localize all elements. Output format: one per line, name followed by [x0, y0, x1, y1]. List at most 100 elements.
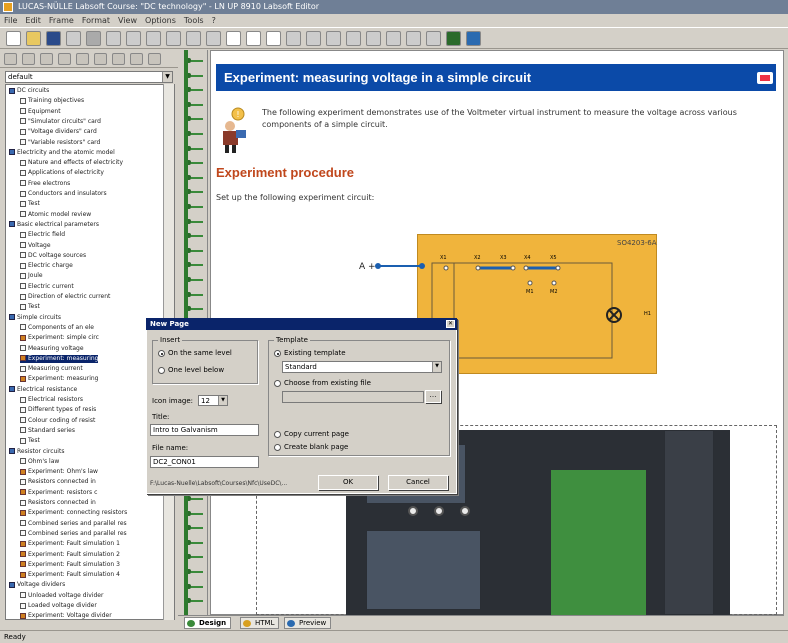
tree-item[interactable]: Electricity and the atomic model — [9, 149, 115, 157]
tree-item[interactable]: DC voltage sources — [20, 252, 86, 260]
numbering-icon[interactable] — [366, 31, 381, 46]
tree-item[interactable]: Loaded voltage divider — [20, 602, 97, 610]
tree-item[interactable]: Experiment: measuring — [20, 375, 98, 383]
tab-preview[interactable]: Preview — [284, 617, 332, 629]
tree-item[interactable]: Test — [20, 303, 40, 311]
bullets-icon[interactable] — [346, 31, 361, 46]
menu-item-edit[interactable]: Edit — [25, 16, 41, 25]
tree-tool-icon[interactable] — [112, 53, 125, 65]
tree-item[interactable]: DC circuits — [9, 87, 49, 95]
sum-icon[interactable] — [186, 31, 201, 46]
undo-icon[interactable] — [146, 31, 161, 46]
new-icon[interactable] — [6, 31, 21, 46]
tree-tool-icon[interactable] — [22, 53, 35, 65]
tree-item[interactable]: Experiment: Fault simulation 1 — [20, 540, 120, 548]
tree-tool-icon[interactable] — [148, 53, 161, 65]
radio-choose-existing[interactable] — [274, 380, 281, 387]
open-icon[interactable] — [26, 31, 41, 46]
cancel-button[interactable]: Cancel — [388, 475, 448, 490]
chevron-down-icon[interactable]: ▼ — [218, 396, 227, 405]
tree-item[interactable]: Direction of electric current — [20, 293, 110, 301]
paste-icon[interactable] — [126, 31, 141, 46]
tree-item[interactable]: Joule — [20, 272, 43, 280]
tree-item[interactable]: Colour coding of resist — [20, 417, 95, 425]
radio-existing-template[interactable] — [274, 350, 281, 357]
tree-item[interactable]: Atomic model review — [20, 211, 91, 219]
icon-image-select[interactable]: 12 ▼ — [198, 395, 228, 406]
title-field[interactable]: Intro to Galvanism — [150, 424, 259, 436]
tree-item[interactable]: Electrical resistors — [20, 396, 83, 404]
tree-item[interactable]: Measuring current — [20, 365, 83, 373]
tree-item[interactable]: Resistors connected in — [20, 478, 96, 486]
redo-icon[interactable] — [166, 31, 181, 46]
radio-one-level[interactable] — [158, 367, 165, 374]
image-icon[interactable] — [426, 31, 441, 46]
close-icon[interactable]: ✕ — [446, 320, 455, 328]
tree-item[interactable]: Basic electrical parameters — [9, 221, 99, 229]
menu-item-view[interactable]: View — [118, 16, 137, 25]
tree-item[interactable]: Electric charge — [20, 262, 73, 270]
tree-item[interactable]: Resistor circuits — [9, 448, 64, 456]
tree-item[interactable]: Experiment: Fault simulation 4 — [20, 571, 120, 579]
ok-button[interactable]: OK — [318, 475, 378, 490]
chevron-down-icon[interactable]: ▼ — [432, 362, 441, 372]
tree-item[interactable]: "Variable resistors" card — [20, 139, 100, 147]
outdent-icon[interactable] — [406, 31, 421, 46]
tab-html[interactable]: HTML — [240, 617, 280, 629]
link-icon[interactable] — [206, 31, 221, 46]
tree-item[interactable]: Training objectives — [20, 97, 84, 105]
tree-item[interactable]: Different types of resis — [20, 406, 96, 414]
tree-item[interactable]: Experiment: Ohm's law — [20, 468, 98, 476]
underline-icon[interactable] — [266, 31, 281, 46]
tree-item[interactable]: Applications of electricity — [20, 169, 104, 177]
tree-item[interactable]: Voltage dividers — [9, 581, 65, 589]
print-icon[interactable] — [66, 31, 81, 46]
menu-item-format[interactable]: Format — [82, 16, 110, 25]
menu-item-file[interactable]: File — [4, 16, 17, 25]
menu-item-[interactable]: ? — [212, 16, 216, 25]
chevron-down-icon[interactable]: ▼ — [162, 72, 172, 82]
tree-item[interactable]: Electric field — [20, 231, 65, 239]
tree-item[interactable]: Experiment: simple circ — [20, 334, 99, 342]
tab-design[interactable]: Design — [184, 617, 232, 629]
browse-button[interactable]: … — [425, 390, 441, 403]
tree-item[interactable]: Experiment: Fault simulation 2 — [20, 551, 120, 559]
tree-item[interactable]: "Simulator circuits" card — [20, 118, 101, 126]
tree-item[interactable]: Experiment: Voltage divider — [20, 612, 112, 619]
menu-item-tools[interactable]: Tools — [184, 16, 204, 25]
tree-item[interactable]: Electric current — [20, 283, 74, 291]
tree-item[interactable]: Components of an ele — [20, 324, 94, 332]
tree-item[interactable]: Measuring voltage — [20, 345, 84, 353]
align-center-icon[interactable] — [306, 31, 321, 46]
align-right-icon[interactable] — [326, 31, 341, 46]
menu-item-options[interactable]: Options — [145, 16, 176, 25]
tree-item[interactable]: Test — [20, 200, 40, 208]
align-left-icon[interactable] — [286, 31, 301, 46]
copy-icon[interactable] — [106, 31, 121, 46]
tree-tool-icon[interactable] — [58, 53, 71, 65]
filename-field[interactable]: DC2_CON01 — [150, 456, 259, 468]
tree-item[interactable]: Free electrons — [20, 180, 70, 188]
tree-tool-icon[interactable] — [130, 53, 143, 65]
tree-item[interactable]: Simple circuits — [9, 314, 61, 322]
tree-tool-icon[interactable] — [40, 53, 53, 65]
tree-tool-icon[interactable] — [4, 53, 17, 65]
tree-item[interactable]: Test — [20, 437, 40, 445]
tree-item[interactable]: Combined series and parallel res — [20, 520, 127, 528]
tree-item[interactable]: Experiment: resistors c — [20, 489, 97, 497]
save-icon[interactable] — [46, 31, 61, 46]
anchor-icon[interactable] — [446, 31, 461, 46]
tree-item[interactable]: Resistors connected in — [20, 499, 96, 507]
tree-item[interactable]: Experiment: connecting resistors — [20, 509, 127, 517]
tree-item[interactable]: Combined series and parallel res — [20, 530, 127, 538]
tree-item[interactable]: Nature and effects of electricity — [20, 159, 123, 167]
template-dropdown[interactable]: Standard ▼ — [282, 361, 442, 373]
tree-item[interactable]: Standard series — [20, 427, 75, 435]
tree-item[interactable]: Electrical resistance — [9, 386, 77, 394]
tree-item[interactable]: Unloaded voltage divider — [20, 592, 103, 600]
tree-item[interactable]: Experiment: Fault simulation 3 — [20, 561, 120, 569]
existing-file-field[interactable] — [282, 391, 424, 403]
indent-icon[interactable] — [386, 31, 401, 46]
bold-icon[interactable] — [226, 31, 241, 46]
tree-tool-icon[interactable] — [94, 53, 107, 65]
